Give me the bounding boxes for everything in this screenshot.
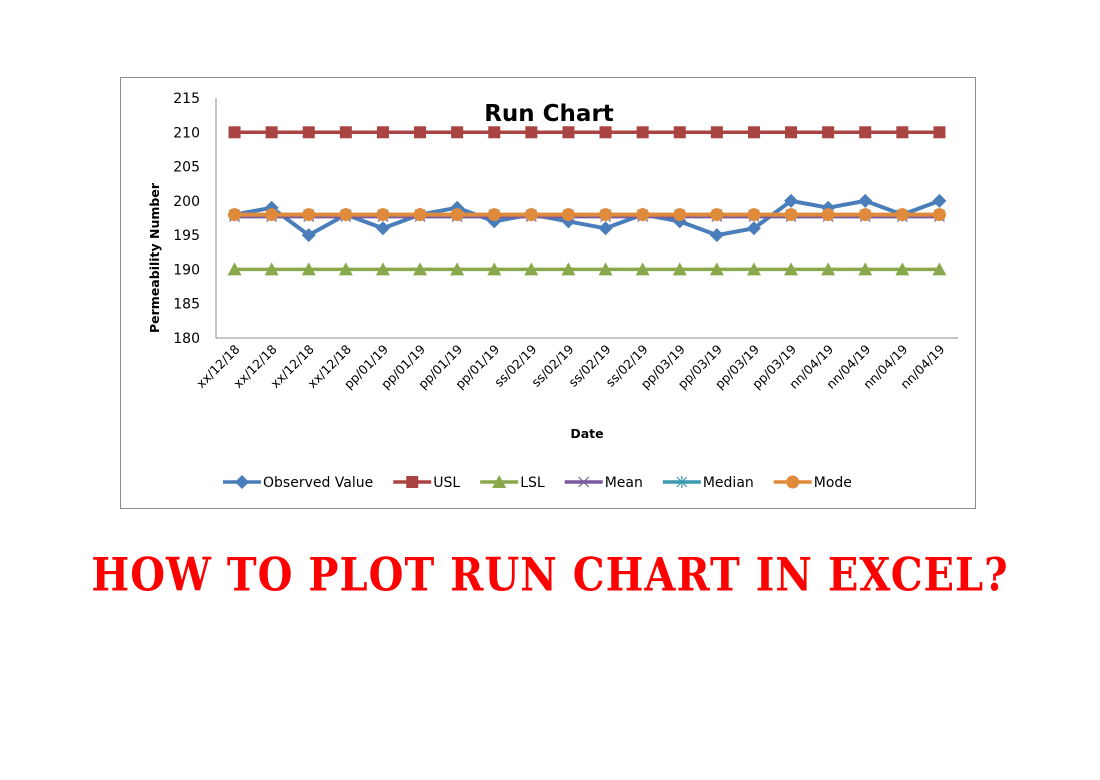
x-tick-labels: xx/12/18xx/12/18xx/12/18xx/12/18pp/01/19… (193, 341, 947, 391)
mode-point (673, 208, 687, 222)
observed-value-point (375, 221, 390, 236)
observed-value-point (709, 228, 724, 243)
usl-point (265, 126, 278, 139)
legend-label: Median (703, 475, 754, 491)
mode-point (932, 208, 946, 222)
mode-point (858, 208, 872, 222)
legend-marker-square-icon (406, 476, 419, 488)
observed-value-point (598, 221, 613, 236)
legend-item-mode: Mode (773, 475, 852, 491)
usl-point (451, 126, 464, 139)
mode-point (895, 208, 909, 222)
usl-point (636, 126, 649, 139)
y-tick-label: 200 (173, 194, 200, 210)
chart-title: Run Chart (484, 101, 614, 127)
run-chart: Run Chart Permeability Number Date 18018… (147, 91, 958, 491)
mode-point (265, 208, 279, 222)
usl-point (747, 126, 760, 139)
usl-point (302, 126, 315, 139)
y-tick-label: 195 (173, 228, 200, 244)
usl-point (488, 126, 501, 139)
usl-point (859, 126, 872, 139)
observed-value-point (858, 193, 873, 208)
legend-label: Mode (814, 475, 852, 491)
y-tick-label: 190 (173, 262, 200, 278)
legend-item-lsl: LSL (480, 475, 545, 491)
mode-point (228, 208, 242, 222)
y-tick-label: 185 (173, 297, 200, 313)
mode-point (302, 208, 316, 222)
usl-point (376, 126, 389, 139)
mode-point (636, 208, 650, 222)
usl-point (933, 126, 946, 139)
legend-label: LSL (520, 475, 545, 491)
mode-point (450, 208, 464, 222)
usl-point (228, 126, 241, 139)
mode-point (784, 208, 798, 222)
y-tick-label: 180 (173, 331, 200, 347)
mode-point (376, 208, 390, 222)
legend-item-mean: Mean (564, 475, 643, 491)
legend-label: Mean (605, 475, 643, 491)
mode-point (413, 208, 427, 222)
mode-point (561, 208, 575, 222)
usl-point (822, 126, 835, 139)
mode-point (524, 208, 538, 222)
legend-marker-circle-icon (786, 475, 800, 489)
usl-point (599, 126, 612, 139)
usl-point (525, 126, 538, 139)
mode-point (821, 208, 835, 222)
y-tick-labels: 180 185 190 195 200 205 210 215 (173, 91, 200, 347)
usl-point (785, 126, 798, 139)
series-layer (227, 126, 947, 276)
usl-point (562, 126, 575, 139)
observed-value-point (932, 193, 947, 208)
usl-point (339, 126, 352, 139)
x-axis-title: Date (570, 426, 603, 441)
usl-point (896, 126, 909, 139)
legend: Observed Value USL LSL Mean Median Mode (223, 475, 852, 491)
y-tick-label: 205 (173, 160, 200, 176)
y-axis-title: Permeability Number (147, 182, 162, 333)
series-lsl (227, 262, 947, 276)
legend-label: Observed Value (263, 475, 373, 491)
legend-label: USL (433, 475, 460, 491)
chart-area: Run Chart Permeability Number Date 180 18… (120, 77, 976, 509)
usl-point (673, 126, 686, 139)
legend-item-median: Median (662, 475, 754, 491)
legend-item-observed-value: Observed Value (223, 475, 373, 491)
y-tick-label: 210 (173, 125, 200, 141)
mode-point (747, 208, 761, 222)
usl-point (710, 126, 723, 139)
mode-point (487, 208, 501, 222)
legend-marker-diamond-icon (235, 475, 249, 489)
usl-point (414, 126, 427, 139)
page-heading: HOW TO PLOT RUN CHART IN EXCEL? (91, 548, 1009, 603)
mode-point (339, 208, 353, 222)
series-usl (228, 126, 946, 139)
mode-point (599, 208, 613, 222)
mode-point (710, 208, 724, 222)
y-tick-label: 215 (173, 91, 200, 107)
legend-item-usl: USL (393, 475, 460, 491)
